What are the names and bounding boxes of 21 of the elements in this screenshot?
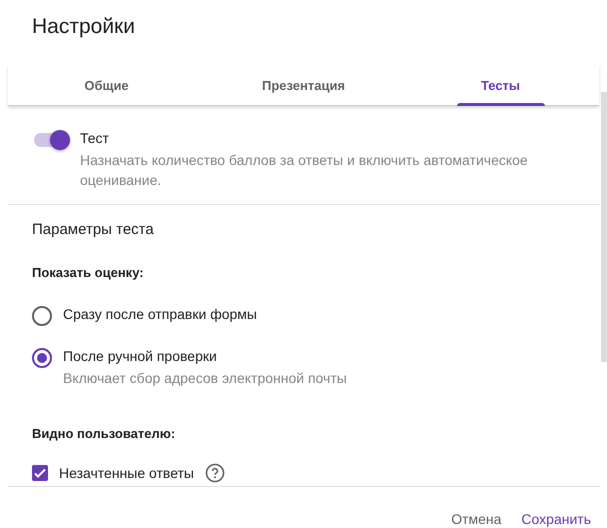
tab[interactable]: Презентация — [205, 65, 402, 105]
group-heading: Видно пользователю: — [31, 425, 176, 441]
option-label: После ручной проверки — [63, 348, 218, 364]
dialog-title: Настройки — [31, 14, 136, 40]
help-icon[interactable] — [205, 463, 225, 483]
checkbox-label: Незачтенные ответы — [59, 465, 194, 481]
option-label: Сразу после отправки формы — [63, 306, 257, 322]
save-button[interactable]: Сохранить — [513, 509, 599, 528]
cancel-button[interactable]: Отмена — [443, 509, 510, 528]
toggle-switch[interactable] — [32, 130, 70, 150]
toggle-description: Назначать количество баллов за ответы и включить автоматическое оценивание. — [80, 151, 529, 190]
toggle-label: Тест — [80, 130, 110, 146]
tab[interactable]: Общие — [8, 65, 205, 105]
section-title: Параметры теста — [31, 220, 155, 238]
scrollbar[interactable] — [601, 92, 607, 362]
tab[interactable]: Тесты — [402, 65, 599, 105]
checkbox[interactable] — [32, 465, 48, 481]
radio-button[interactable] — [32, 306, 52, 326]
group-heading: Показать оценку: — [31, 264, 145, 280]
radio-button[interactable] — [32, 348, 52, 368]
option-hint: Включает сбор адресов электронной почты — [63, 369, 347, 388]
